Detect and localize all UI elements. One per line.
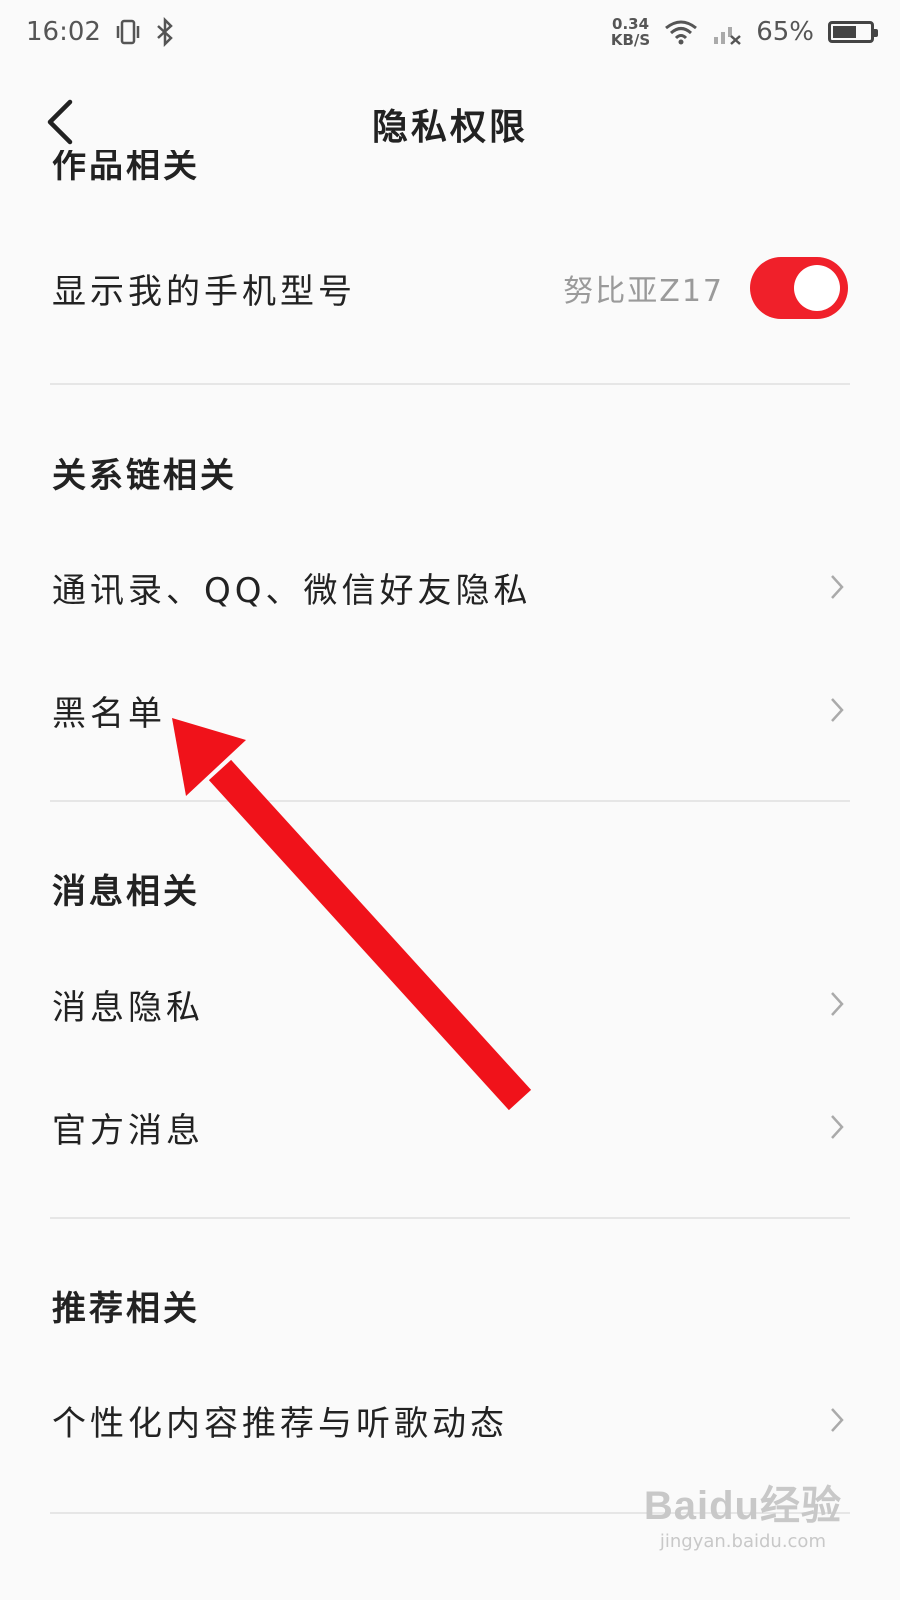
chevron-right-icon xyxy=(831,1115,844,1139)
chevron-right-icon xyxy=(831,992,844,1016)
show-phone-model-label: 显示我的手机型号 xyxy=(52,271,356,312)
personalized-recommend-row[interactable]: 个性化内容推荐与听歌动态 xyxy=(52,1380,848,1460)
message-privacy-row[interactable]: 消息隐私 xyxy=(52,964,848,1044)
vibrate-icon xyxy=(116,19,140,45)
battery-icon xyxy=(828,21,878,43)
settings-list: 作品相关 显示我的手机型号 努比亚Z17 关系链相关 通讯录、QQ、微信好友隐私… xyxy=(0,150,900,1600)
wifi-icon xyxy=(665,20,698,45)
page-title: 隐私权限 xyxy=(371,107,528,148)
chevron-right-icon xyxy=(831,698,844,722)
net-speed-value: 0.34 xyxy=(612,15,650,33)
battery-percent: 65% xyxy=(756,17,814,47)
show-phone-model-row[interactable]: 显示我的手机型号 努比亚Z17 xyxy=(52,248,848,328)
message-privacy-label: 消息隐私 xyxy=(52,987,204,1028)
bluetooth-icon xyxy=(157,17,173,47)
toggle-knob xyxy=(794,265,840,311)
status-bar: 16:02 0.34 KB/S 65% xyxy=(0,0,900,64)
divider xyxy=(50,1217,850,1219)
section-header-recommend: 推荐相关 xyxy=(52,1289,200,1329)
official-message-label: 官方消息 xyxy=(52,1110,204,1151)
contacts-privacy-label: 通讯录、QQ、微信好友隐私 xyxy=(52,570,532,611)
watermark-url: jingyan.baidu.com xyxy=(659,1531,826,1552)
net-speed: 0.34 KB/S xyxy=(611,16,650,48)
blacklist-row[interactable]: 黑名单 xyxy=(52,670,848,750)
section-header-works: 作品相关 xyxy=(52,150,200,186)
blacklist-label: 黑名单 xyxy=(52,693,166,734)
divider xyxy=(50,383,850,385)
phone-model-value: 努比亚Z17 xyxy=(563,274,724,309)
watermark: Baidu经验 jingyan.baidu.com xyxy=(644,1473,842,1552)
section-header-relations: 关系链相关 xyxy=(52,456,237,496)
chevron-right-icon xyxy=(831,1408,844,1432)
battery-fill xyxy=(833,26,856,38)
personalized-recommend-label: 个性化内容推荐与听歌动态 xyxy=(52,1403,508,1444)
chevron-right-icon xyxy=(831,575,844,599)
section-header-messages: 消息相关 xyxy=(52,872,200,912)
contacts-privacy-row[interactable]: 通讯录、QQ、微信好友隐私 xyxy=(52,547,848,627)
signal-icon xyxy=(714,27,742,45)
divider xyxy=(50,800,850,802)
status-time: 16:02 xyxy=(26,17,101,47)
official-message-row[interactable]: 官方消息 xyxy=(52,1087,848,1167)
watermark-logo: Baidu经验 xyxy=(643,1484,842,1528)
net-speed-unit: KB/S xyxy=(610,31,651,49)
show-phone-model-toggle[interactable] xyxy=(750,257,848,319)
